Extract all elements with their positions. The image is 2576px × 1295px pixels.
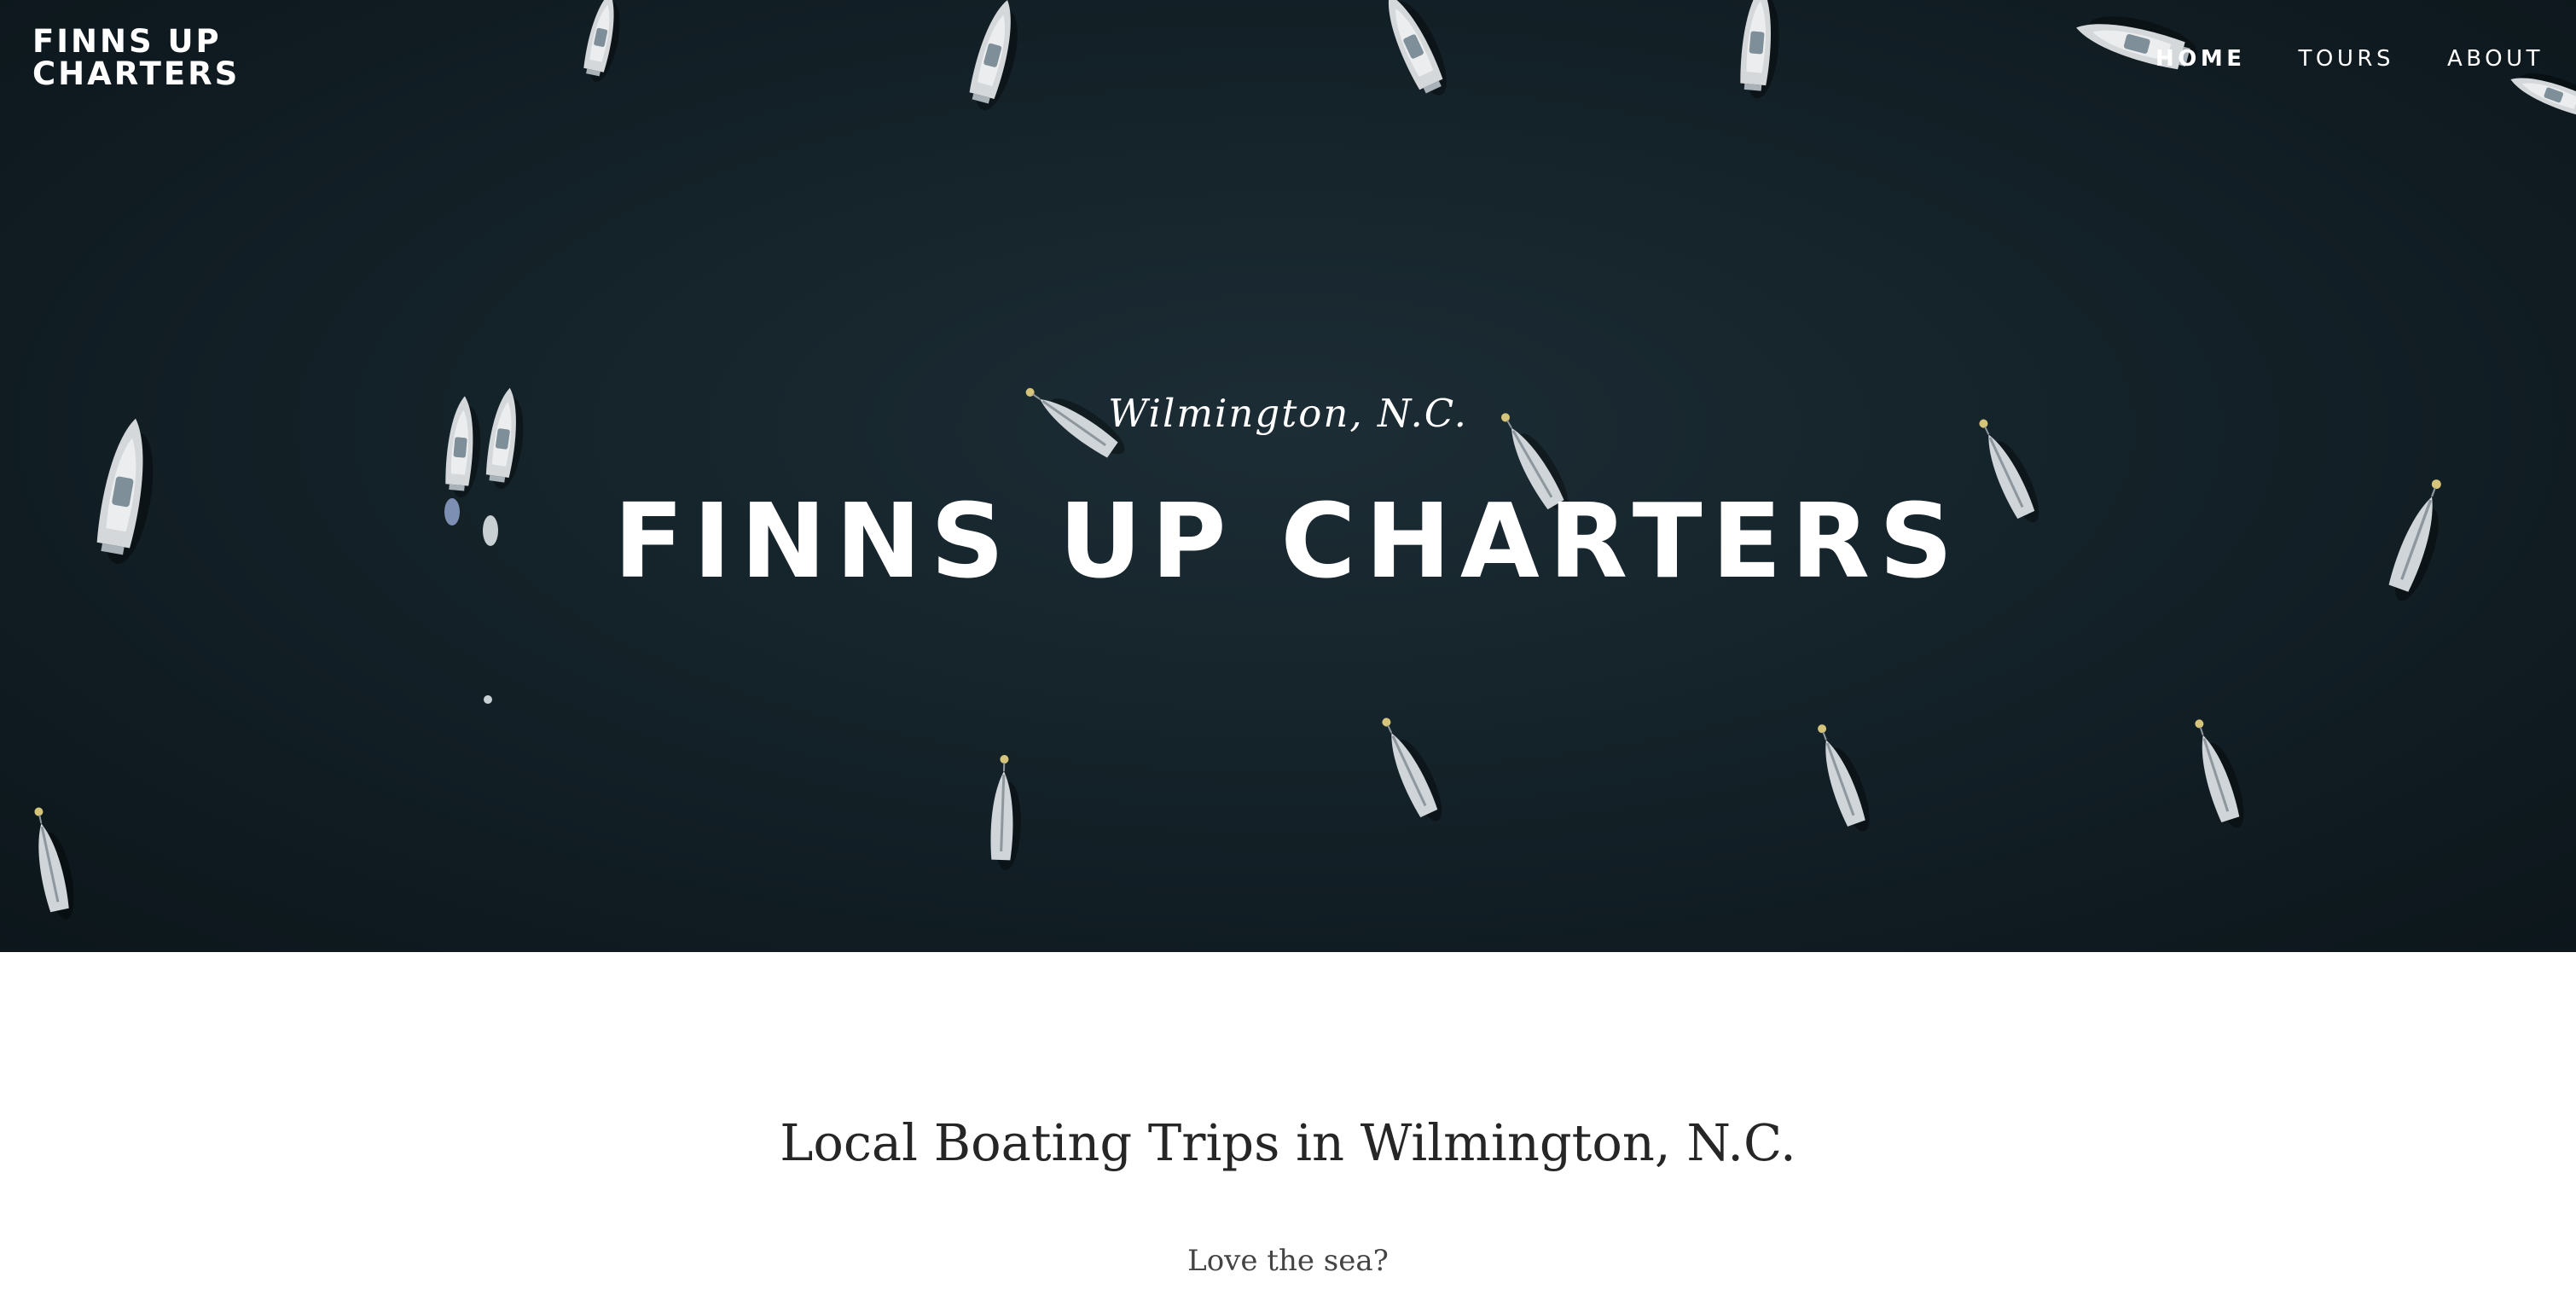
- nav-item-tours[interactable]: TOURS: [2299, 44, 2394, 73]
- hero-title: FINNS UP CHARTERS: [613, 483, 1963, 601]
- intro-text: Love the sea?: [1187, 1244, 1389, 1278]
- nav-item-home[interactable]: HOME: [2155, 44, 2246, 73]
- nav-item-about[interactable]: ABOUT: [2447, 44, 2544, 73]
- hero-subtitle: Wilmington, N.C.: [1108, 391, 1468, 436]
- main-nav: HOME TOURS ABOUT: [2155, 44, 2544, 73]
- site-logo[interactable]: FINNS UP CHARTERS: [32, 26, 240, 90]
- boat-graphics: [26, 0, 2576, 924]
- hero-background-image: [26, 0, 2576, 924]
- logo-line-2: CHARTERS: [32, 55, 241, 92]
- hero-section: FINNS UP CHARTERS HOME TOURS ABOUT Wilmi…: [0, 0, 2576, 952]
- intro-heading: Local Boating Trips in Wilmington, N.C.: [780, 1113, 1796, 1172]
- logo-line-1: FINNS UP: [32, 23, 222, 60]
- intro-section: Local Boating Trips in Wilmington, N.C. …: [0, 952, 2576, 1295]
